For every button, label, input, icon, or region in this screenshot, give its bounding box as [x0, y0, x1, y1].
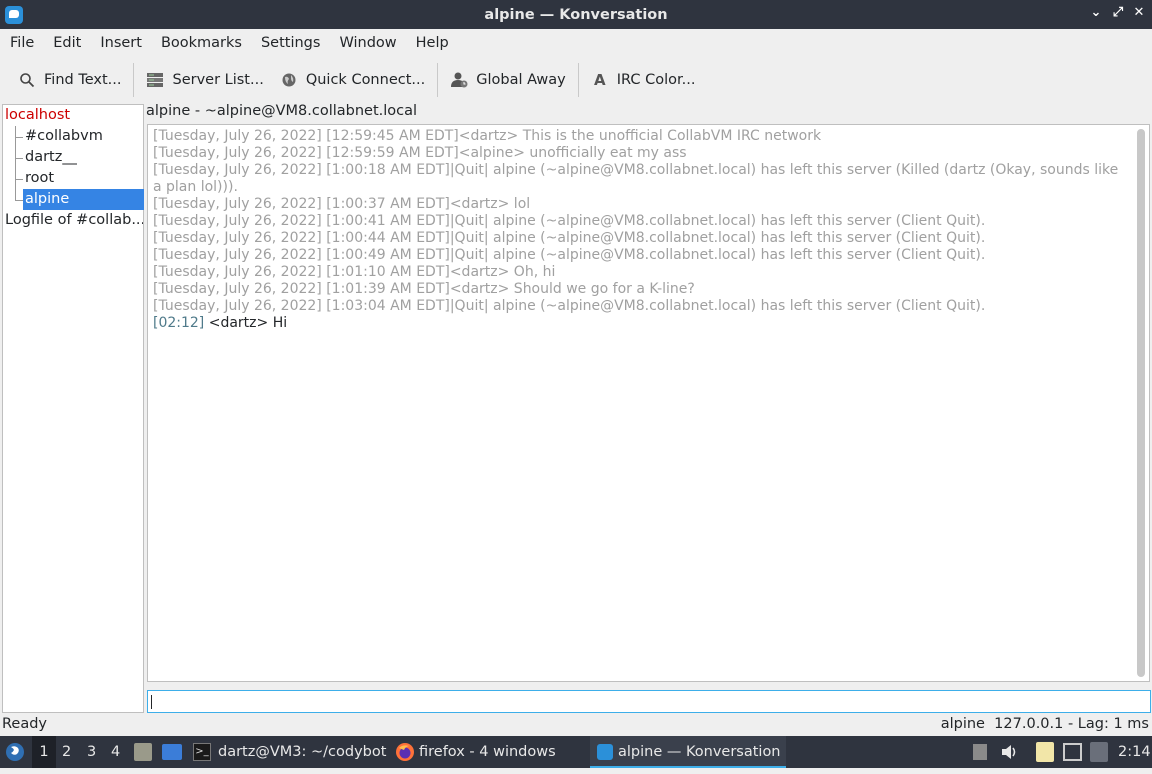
text-caret	[151, 695, 152, 709]
minimize-icon[interactable]: ⌄	[1088, 5, 1104, 20]
menu-bar: File Edit Insert Bookmarks Settings Wind…	[0, 29, 1152, 57]
maximize-icon[interactable]: ⤢	[1110, 5, 1126, 20]
tree-branch-line	[15, 158, 23, 159]
task-konversation-label: alpine — Konversation	[618, 744, 781, 760]
desktop-1[interactable]: 1	[32, 736, 56, 768]
text-color-icon: A	[593, 71, 606, 89]
start-menu-icon[interactable]	[5, 742, 25, 762]
tree-branch-line	[15, 200, 23, 201]
chat-line: [Tuesday, July 26, 2022] [1:01:10 AM EDT…	[153, 264, 556, 280]
task-firefox[interactable]: firefox - 4 windows	[419, 736, 556, 768]
notes-icon[interactable]	[1036, 742, 1054, 762]
clock[interactable]: 2:14	[1118, 736, 1151, 768]
query-item-dartz[interactable]: dartz__	[25, 147, 143, 168]
menu-bookmarks[interactable]: Bookmarks	[153, 35, 250, 51]
chat-line-new: [02:12] <dartz> Hi	[153, 315, 1128, 332]
tree-branch-line	[15, 137, 23, 138]
find-text-label: Find Text...	[44, 72, 122, 88]
show-desktop-icon[interactable]	[162, 744, 182, 760]
chat-line: [Tuesday, July 26, 2022] [1:00:18 AM EDT…	[153, 162, 1123, 195]
terminal-icon: >_	[193, 743, 211, 761]
menu-help[interactable]: Help	[408, 35, 457, 51]
server-list-button[interactable]: Server List...	[138, 63, 271, 97]
user-away-icon	[450, 71, 468, 89]
desktop-3[interactable]: 3	[87, 736, 96, 768]
desktop-2[interactable]: 2	[62, 736, 71, 768]
global-away-label: Global Away	[476, 72, 566, 88]
taskbar: 1 2 3 4 >_ dartz@VM3: ~/codybot firefox …	[0, 736, 1152, 768]
clipboard-icon[interactable]	[973, 744, 987, 760]
channel-tree: localhost #collabvm dartz__ root alpine …	[2, 104, 144, 713]
window-title: alpine — Konversation	[484, 6, 668, 23]
globe-icon	[280, 71, 298, 89]
message-timestamp: [02:12]	[153, 315, 205, 331]
status-text: Ready	[2, 716, 48, 732]
chat-scrollbar[interactable]	[1137, 129, 1145, 677]
menu-edit[interactable]: Edit	[45, 35, 89, 51]
menu-settings[interactable]: Settings	[253, 35, 328, 51]
message-text: <dartz> Hi	[204, 315, 288, 331]
find-text-button[interactable]: Find Text...	[10, 63, 129, 97]
file-manager-icon[interactable]	[134, 743, 152, 761]
chat-line: [Tuesday, July 26, 2022] [12:59:59 AM ED…	[153, 145, 687, 161]
toolbar-separator	[437, 63, 439, 97]
quick-connect-button[interactable]: Quick Connect...	[272, 63, 433, 97]
konversation-icon	[597, 744, 613, 760]
channel-item-collabvm[interactable]: #collabvm	[25, 126, 143, 147]
chat-view[interactable]: [Tuesday, July 26, 2022] [12:59:45 AM ED…	[147, 124, 1150, 682]
chat-line: [Tuesday, July 26, 2022] [1:03:04 AM EDT…	[153, 298, 986, 314]
menu-file[interactable]: File	[2, 35, 42, 51]
global-away-button[interactable]: Global Away	[442, 63, 574, 97]
server-list-label: Server List...	[172, 72, 264, 88]
firefox-icon	[395, 742, 415, 762]
notification-icon[interactable]	[1090, 742, 1108, 762]
volume-icon[interactable]	[999, 742, 1019, 762]
chat-messages: [Tuesday, July 26, 2022] [12:59:45 AM ED…	[153, 128, 1128, 332]
chat-line: [Tuesday, July 26, 2022] [1:00:37 AM EDT…	[153, 196, 531, 212]
menu-window[interactable]: Window	[331, 35, 404, 51]
chat-line: [Tuesday, July 26, 2022] [1:01:39 AM EDT…	[153, 281, 695, 297]
title-bar: alpine — Konversation ⌄ ⤢ ✕	[0, 0, 1152, 29]
search-icon	[18, 71, 36, 89]
task-konversation-active[interactable]: alpine — Konversation	[590, 736, 786, 768]
server-icon	[146, 71, 164, 89]
query-item-alpine-selected[interactable]: alpine	[23, 189, 144, 210]
message-input[interactable]	[147, 690, 1151, 713]
irc-color-button[interactable]: A IRC Color...	[583, 63, 704, 97]
konversation-app-icon[interactable]	[5, 6, 23, 24]
chat-line: [Tuesday, July 26, 2022] [12:59:45 AM ED…	[153, 128, 822, 144]
tree-branch-line	[15, 179, 23, 180]
network-icon[interactable]	[1063, 743, 1082, 761]
close-icon[interactable]: ✕	[1131, 5, 1147, 20]
desktop-4[interactable]: 4	[111, 736, 120, 768]
lag-indicator: alpine 127.0.0.1 - Lag: 1 ms	[940, 716, 1149, 732]
main-toolbar: Find Text... Server List... Quick Connec…	[0, 58, 1152, 102]
query-item-root[interactable]: root	[25, 168, 143, 189]
menu-insert[interactable]: Insert	[92, 35, 150, 51]
toolbar-separator	[133, 63, 135, 97]
chat-line: [Tuesday, July 26, 2022] [1:00:44 AM EDT…	[153, 230, 986, 246]
irc-color-label: IRC Color...	[616, 72, 696, 88]
chat-line: [Tuesday, July 26, 2022] [1:00:41 AM EDT…	[153, 213, 986, 229]
quick-connect-label: Quick Connect...	[305, 72, 426, 88]
toolbar-separator	[577, 63, 579, 97]
server-item-localhost[interactable]: localhost	[5, 105, 70, 126]
logfile-item[interactable]: Logfile of #collab...	[5, 210, 143, 231]
task-terminal[interactable]: dartz@VM3: ~/codybot	[218, 736, 386, 768]
chat-line: [Tuesday, July 26, 2022] [1:00:49 AM EDT…	[153, 247, 986, 263]
channel-topic-header: alpine - ~alpine@VM8.collabnet.local	[146, 103, 418, 119]
status-bar: Ready alpine 127.0.0.1 - Lag: 1 ms	[0, 714, 1152, 736]
